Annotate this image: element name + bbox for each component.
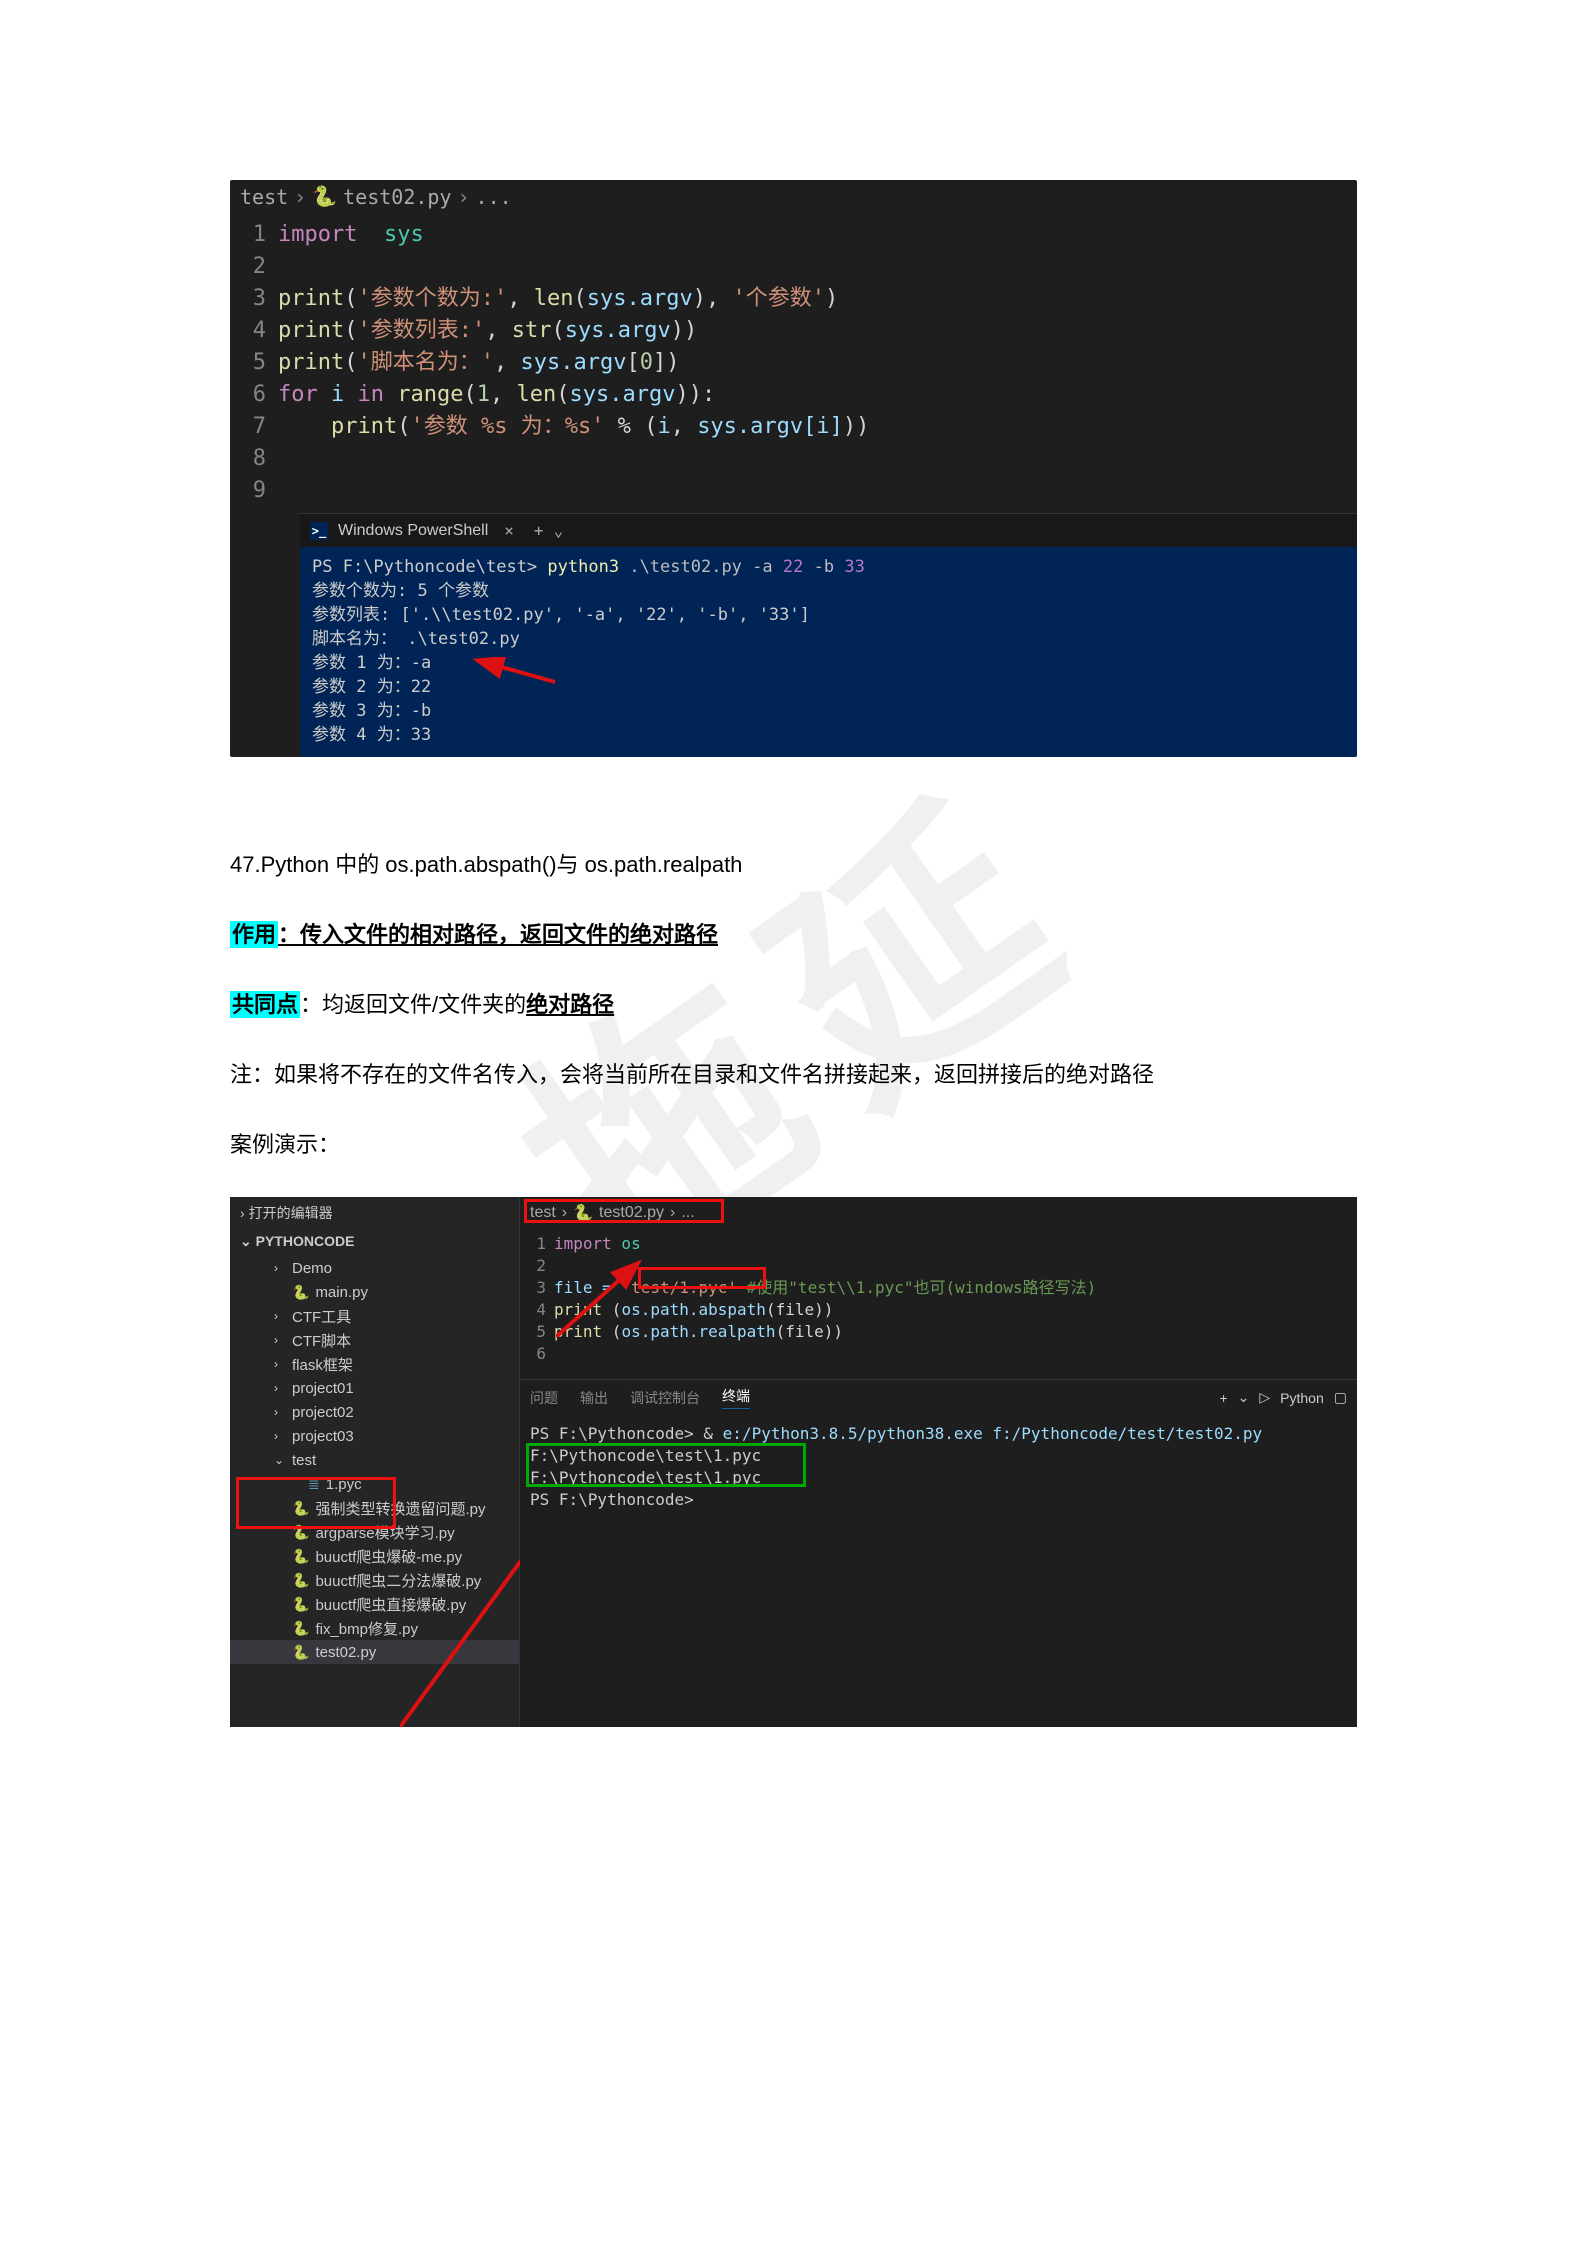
close-icon[interactable]: × (504, 521, 514, 540)
code-lines: 12 34 56 import os file = 'test/1.pyc' #… (520, 1229, 1357, 1369)
tree-item[interactable]: ›project02 (230, 1400, 519, 1424)
breadcrumb: test › 🐍 test02.py › ... (230, 180, 1357, 213)
tree-item[interactable]: 🐍buuctf爬虫直接爆破.py (230, 1592, 519, 1616)
terminal-tab-bar: >_ Windows PowerShell × + ⌄ (300, 513, 1357, 547)
tab-terminal[interactable]: 终端 (722, 1386, 750, 1409)
python-icon: 🐍 (292, 1548, 309, 1565)
chevron-down-icon[interactable]: ⌄ (554, 521, 564, 540)
tree-item[interactable]: ›CTF脚本 (230, 1328, 519, 1352)
panel-tabs: 问题 输出 调试控制台 终端 + ⌄ ▷ Python ▢ (520, 1379, 1357, 1415)
breadcrumb-file: test02.py (343, 185, 451, 209)
heading-47: 47.Python 中的 os.path.abspath()与 os.path.… (230, 847, 1357, 883)
gongtong-line: 共同点：均返回文件/文件夹的绝对路径 (230, 987, 1357, 1023)
root-folder[interactable]: ⌄ PYTHONCODE (230, 1229, 519, 1254)
terminal-output: PS F:\Pythoncode\test> python3 .\test02.… (300, 547, 1357, 757)
breadcrumb-folder: test (240, 185, 288, 209)
python-icon: 🐍 (573, 1203, 593, 1223)
breadcrumb: test › 🐍 test02.py › ... (520, 1197, 1357, 1229)
tree-item[interactable]: 🐍test02.py (230, 1640, 519, 1664)
line-gutter: 12 34 56 78 9 (230, 213, 278, 513)
chevron-down-icon[interactable]: ⌄ (1238, 1389, 1250, 1406)
open-editors-header[interactable]: ›打开的编辑器 (230, 1197, 519, 1229)
tab-output[interactable]: 输出 (580, 1388, 608, 1408)
terminal-play-icon[interactable]: ▷ (1259, 1389, 1270, 1406)
file-tree: ›Demo🐍main.py›CTF工具›CTF脚本›flask框架›projec… (230, 1254, 519, 1666)
python-icon: 🐍 (292, 1284, 309, 1301)
python-icon: 🐍 (292, 1524, 309, 1541)
zuoyong-line: 作用：传入文件的相对路径，返回文件的绝对路径 (230, 917, 1357, 953)
python-icon: 🐍 (292, 1572, 309, 1589)
binary-file-icon: ≣ (308, 1476, 320, 1493)
code-lines: import sys print('参数个数为:', len(sys.argv)… (278, 213, 869, 513)
powershell-icon: >_ (310, 522, 328, 540)
plus-icon[interactable]: + (534, 521, 544, 540)
chevron-right-icon: › (458, 185, 470, 209)
tree-item[interactable]: 🐍main.py (230, 1280, 519, 1304)
tree-item[interactable]: 🐍强制类型转换遗留问题.py (230, 1496, 519, 1520)
tree-item[interactable]: 🐍argparse模块学习.py (230, 1520, 519, 1544)
editor-main: test › 🐍 test02.py › ... 12 34 56 import… (520, 1197, 1357, 1727)
vscode-screenshot-2: ›打开的编辑器 ⌄ PYTHONCODE ›Demo🐍main.py›CTF工具… (230, 1197, 1357, 1727)
breadcrumb-dots: ... (476, 185, 512, 209)
document-text: 47.Python 中的 os.path.abspath()与 os.path.… (230, 847, 1357, 1163)
maximize-panel-icon[interactable]: ▢ (1334, 1389, 1347, 1406)
red-arrow-icon (470, 657, 560, 687)
tree-item[interactable]: ⌄test (230, 1448, 519, 1472)
plus-icon[interactable]: + (1219, 1390, 1227, 1406)
terminal-tab-title[interactable]: Windows PowerShell (338, 522, 488, 540)
tab-debug-console[interactable]: 调试控制台 (630, 1388, 700, 1408)
note-line: 注：如果将不存在的文件名传入，会将当前所在目录和文件名拼接起来，返回拼接后的绝对… (230, 1057, 1357, 1093)
tree-item[interactable]: 🐍buuctf爬虫爆破-me.py (230, 1544, 519, 1568)
python-icon: 🐍 (292, 1500, 309, 1517)
tree-item[interactable]: ›flask框架 (230, 1352, 519, 1376)
code-editor-1: test › 🐍 test02.py › ... 12 34 56 78 9 i… (230, 180, 1357, 757)
tree-item[interactable]: ›Demo (230, 1256, 519, 1280)
demo-label: 案例演示： (230, 1127, 1357, 1163)
python-icon: 🐍 (292, 1596, 309, 1613)
python-icon: 🐍 (292, 1620, 309, 1637)
tree-item[interactable]: 🐍fix_bmp修复.py (230, 1616, 519, 1640)
terminal-output: PS F:\Pythoncode> & e:/Python3.8.5/pytho… (520, 1415, 1357, 1519)
terminal-lang: Python (1280, 1390, 1324, 1406)
chevron-right-icon: › (294, 185, 306, 209)
tree-item[interactable]: ›project01 (230, 1376, 519, 1400)
python-icon: 🐍 (312, 184, 337, 209)
tree-item[interactable]: ≣1.pyc (230, 1472, 519, 1496)
tree-item[interactable]: ›CTF工具 (230, 1304, 519, 1328)
sidebar: ›打开的编辑器 ⌄ PYTHONCODE ›Demo🐍main.py›CTF工具… (230, 1197, 520, 1727)
tree-item[interactable]: 🐍buuctf爬虫二分法爆破.py (230, 1568, 519, 1592)
python-icon: 🐍 (292, 1644, 309, 1661)
tab-problems[interactable]: 问题 (530, 1388, 558, 1408)
tree-item[interactable]: ›project03 (230, 1424, 519, 1448)
